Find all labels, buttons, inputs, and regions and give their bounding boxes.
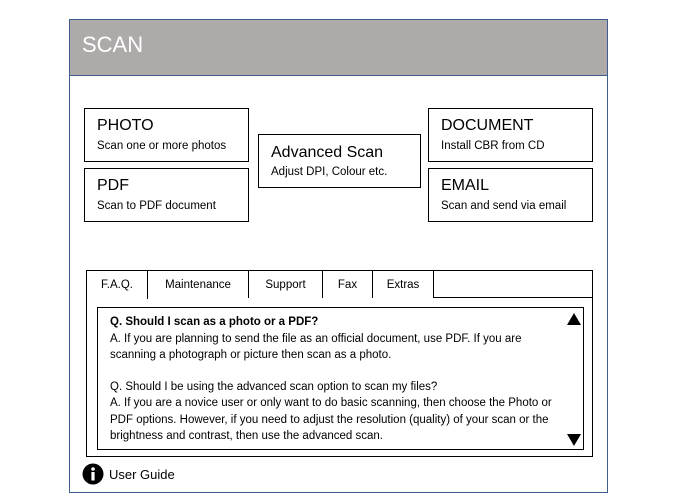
faq-question-2: Q. Should I be using the advanced scan o… xyxy=(110,380,438,393)
document-subtitle: Install CBR from CD xyxy=(441,140,545,152)
email-subtitle: Scan and send via email xyxy=(441,200,567,212)
photo-subtitle: Scan one or more photos xyxy=(97,140,227,152)
faq-answer-2: A. If you are a novice user or only want… xyxy=(110,397,552,442)
advanced-scan-title: Advanced Scan xyxy=(271,144,384,161)
scan-window: SCAN PHOTO Scan one or more photos PDF S… xyxy=(69,19,608,493)
pdf-button[interactable]: PDF Scan to PDF document xyxy=(84,168,249,222)
info-icon xyxy=(82,463,104,485)
faq-content: Q. Should I scan as a photo or a PDF? A.… xyxy=(110,314,560,445)
advanced-scan-subtitle: Adjust DPI, Colour etc. xyxy=(271,166,388,178)
tab-strip: F.A.Q. Maintenance Support Fax Extras xyxy=(87,271,592,299)
email-button[interactable]: EMAIL Scan and send via email xyxy=(428,168,593,222)
pdf-title: PDF xyxy=(97,177,129,194)
photo-button[interactable]: PHOTO Scan one or more photos xyxy=(84,108,249,162)
email-title: EMAIL xyxy=(441,177,490,194)
faq-question-1: Q. Should I scan as a photo or a PDF? xyxy=(110,316,319,328)
tab-support[interactable]: Support xyxy=(249,271,323,298)
window-title: SCAN xyxy=(82,32,144,57)
document-button[interactable]: DOCUMENT Install CBR from CD xyxy=(428,108,593,162)
document-title: DOCUMENT xyxy=(441,117,534,134)
scroll-down-arrow-icon[interactable] xyxy=(567,434,581,446)
tab-faq[interactable]: F.A.Q. xyxy=(87,271,148,299)
faq-answer-1: A. If you are planning to send the file … xyxy=(110,332,522,362)
title-bar: SCAN xyxy=(70,20,607,76)
faq-scroll-box[interactable]: Q. Should I scan as a photo or a PDF? A.… xyxy=(97,307,584,450)
advanced-scan-button[interactable]: Advanced Scan Adjust DPI, Colour etc. xyxy=(258,134,421,188)
scroll-up-arrow-icon[interactable] xyxy=(567,313,581,325)
pdf-subtitle: Scan to PDF document xyxy=(97,200,216,212)
tab-maintenance[interactable]: Maintenance xyxy=(148,271,249,298)
help-tabs-panel: F.A.Q. Maintenance Support Fax Extras Q.… xyxy=(86,270,593,457)
photo-title: PHOTO xyxy=(97,117,154,134)
tab-fax[interactable]: Fax xyxy=(323,271,373,298)
tab-extras[interactable]: Extras xyxy=(373,271,434,298)
user-guide-label: User Guide xyxy=(109,467,175,482)
